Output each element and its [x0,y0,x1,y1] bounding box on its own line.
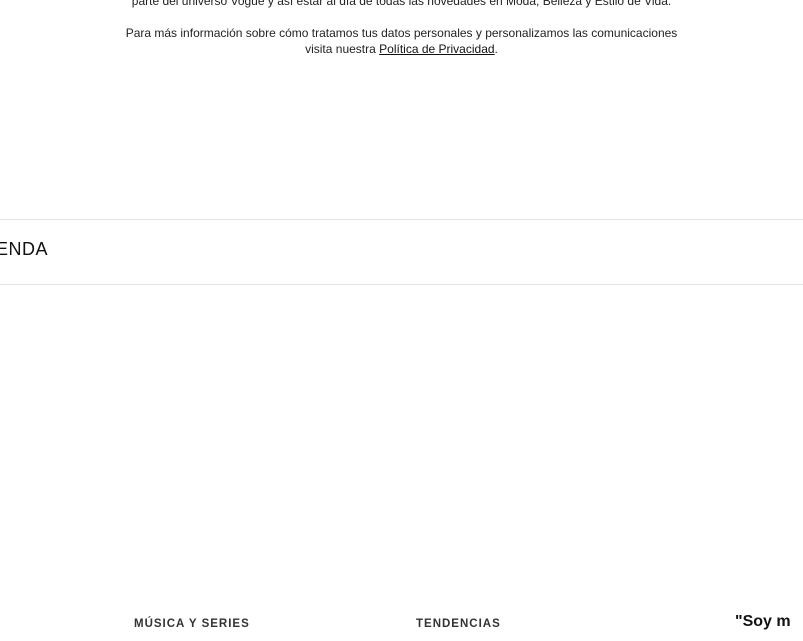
privacy-notice-line-2: visita nuestra Política de Privacidad. [0,41,803,57]
privacy-notice-line: Para más información sobre cómo tratamos… [125,26,678,40]
page: parte del universo Vogue y así estar al … [0,0,803,641]
category-label-trends[interactable]: TENDENCIAS [416,618,501,630]
section-divider-bottom [0,284,803,285]
category-label-music-series[interactable]: MÚSICA Y SERIES [134,618,250,630]
section-heading: ENDA [0,239,49,259]
article-title-fragment[interactable]: "Soy m [735,613,791,631]
consent-text-line: parte del universo Vogue y así estar al … [131,0,672,8]
privacy-notice: Para más información sobre cómo tratamos… [0,25,803,57]
privacy-notice-prefix: visita nuestra [305,42,380,56]
section-divider-top [0,219,803,220]
privacy-policy-link[interactable]: Política de Privacidad [379,42,494,56]
privacy-notice-suffix: . [494,42,498,56]
